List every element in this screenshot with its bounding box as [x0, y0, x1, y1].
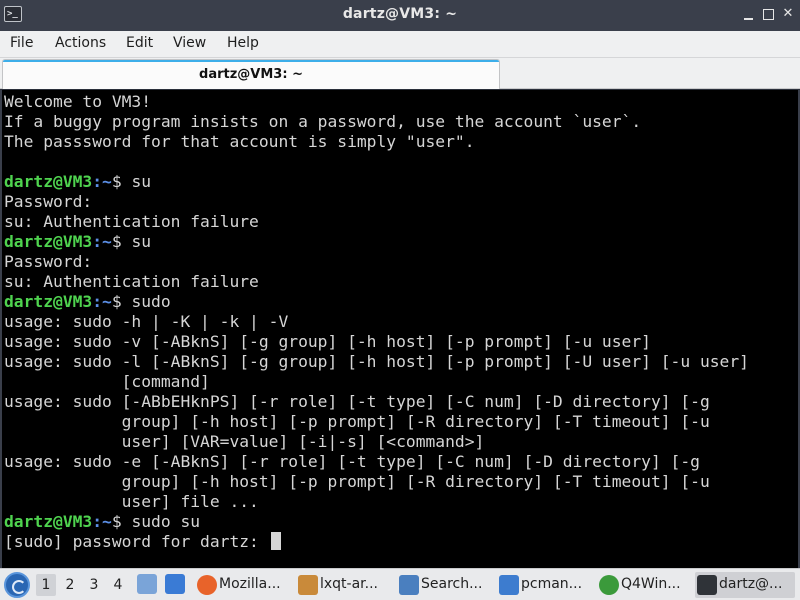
prompt-command: $ sudo su — [111, 512, 201, 531]
tab-active-indicator — [3, 60, 499, 62]
output-text: group] [-h host] [-p prompt] [-R directo… — [4, 412, 710, 431]
output-text: The passsword for that account is simply… — [4, 132, 475, 151]
prompt-user: dartz@VM3 — [4, 232, 93, 251]
folder-icon — [499, 575, 519, 595]
output-text: Password: — [4, 192, 93, 211]
output-text: usage: sudo -e [-ABknS] [-r role] [-t ty… — [4, 452, 700, 471]
terminal-prompt-line: dartz@VM3:~$ su — [4, 172, 780, 192]
terminal-prompt-line: dartz@VM3:~$ su — [4, 232, 780, 252]
prompt-user: dartz@VM3 — [4, 172, 93, 191]
taskbar-task-label: Search... — [421, 576, 483, 592]
taskbar-task-label: Q4Win... — [621, 576, 681, 592]
scrollbar[interactable] — [788, 90, 796, 568]
output-text: group] [-h host] [-p prompt] [-R directo… — [4, 472, 710, 491]
terminal-line: user] [VAR=value] [-i|-s] [<command>] — [4, 432, 780, 452]
terminal-line: usage: sudo -e [-ABknS] [-r role] [-t ty… — [4, 452, 780, 472]
terminal-line: usage: sudo [-ABbEHknPS] [-r role] [-t t… — [4, 392, 780, 412]
tab-label: dartz@VM3: ~ — [199, 67, 303, 82]
menu-help[interactable]: Help — [227, 35, 259, 51]
terminal-line: group] [-h host] [-p prompt] [-R directo… — [4, 412, 780, 432]
prompt-path: :~ — [92, 232, 112, 251]
taskbar-task[interactable]: Q4Win... — [597, 572, 692, 598]
archiver-icon — [298, 575, 318, 595]
lxqt-start-icon[interactable] — [4, 572, 30, 598]
terminal-line: Welcome to VM3! — [4, 92, 780, 112]
workspace-4[interactable]: 4 — [108, 574, 128, 596]
file-manager-icon[interactable] — [137, 574, 157, 594]
prompt-path: :~ — [92, 172, 112, 191]
terminal-line: group] [-h host] [-p prompt] [-R directo… — [4, 472, 780, 492]
terminal-line: user] file ... — [4, 492, 780, 512]
terminal-line: su: Authentication failure — [4, 272, 780, 292]
minimize-icon[interactable] — [740, 6, 756, 22]
prompt-path: :~ — [92, 512, 112, 531]
menu-edit[interactable]: Edit — [126, 35, 153, 51]
terminal-line: usage: sudo -l [-ABknS] [-g group] [-h h… — [4, 352, 780, 372]
taskbar-task-label: dartz@... — [719, 576, 783, 592]
terminal-line: usage: sudo -h | -K | -k | -V — [4, 312, 780, 332]
tab-bar: dartz@VM3: ~ — [0, 58, 800, 89]
output-text: If a buggy program insists on a password… — [4, 112, 642, 131]
output-text: Welcome to VM3! — [4, 92, 152, 111]
workspace-1[interactable]: 1 — [36, 574, 56, 596]
menu-bar: File Actions Edit View Help — [0, 31, 800, 58]
firefox-icon — [197, 575, 217, 595]
search-icon — [399, 575, 419, 595]
terminal-line: The passsword for that account is simply… — [4, 132, 780, 152]
taskbar-task-label: Mozilla... — [219, 576, 281, 592]
terminal-line: Password: — [4, 252, 780, 272]
tab-terminal[interactable]: dartz@VM3: ~ — [2, 59, 500, 89]
terminal-output[interactable]: Welcome to VM3! If a buggy program insist… — [4, 92, 780, 552]
terminal-line: usage: sudo -v [-ABknS] [-g group] [-h h… — [4, 332, 780, 352]
menu-view[interactable]: View — [173, 35, 206, 51]
maximize-icon[interactable] — [760, 6, 776, 22]
terminal-line: Password: — [4, 192, 780, 212]
output-text: usage: sudo -v [-ABknS] [-g group] [-h h… — [4, 332, 651, 351]
terminal-line: su: Authentication failure — [4, 212, 780, 232]
output-text: usage: sudo -l [-ABknS] [-g group] [-h h… — [4, 352, 749, 371]
taskbar-task[interactable]: Search... — [397, 572, 494, 598]
output-text: user] [VAR=value] [-i|-s] [<command>] — [4, 432, 485, 451]
output-text: su: Authentication failure — [4, 212, 259, 231]
output-text: user] file ... — [4, 492, 259, 511]
terminal-icon — [697, 575, 717, 595]
output-text: usage: sudo [-ABbEHknPS] [-r role] [-t t… — [4, 392, 710, 411]
terminal-line: [sudo] password for dartz: — [4, 532, 780, 552]
workspace-2[interactable]: 2 — [60, 574, 80, 596]
prompt-command: $ sudo — [111, 292, 171, 311]
output-text: usage: sudo -h | -K | -k | -V — [4, 312, 289, 331]
wine-icon — [599, 575, 619, 595]
taskbar-task-label: lxqt-ar... — [320, 576, 379, 592]
text-cursor — [270, 532, 281, 550]
terminal-line: If a buggy program insists on a password… — [4, 112, 780, 132]
taskbar-task[interactable]: pcman... — [497, 572, 594, 598]
taskbar: 1 2 3 4 Mozilla... lxqt-ar... Search... pcm… — [0, 568, 800, 600]
taskbar-task[interactable]: dartz@... — [695, 572, 795, 598]
output-text: Password: — [4, 252, 93, 271]
prompt-command: $ su — [111, 232, 152, 251]
taskbar-task[interactable]: lxqt-ar... — [296, 572, 394, 598]
prompt-user: dartz@VM3 — [4, 512, 93, 531]
prompt-command: $ su — [111, 172, 152, 191]
terminal-prompt-line: dartz@VM3:~$ sudo — [4, 292, 780, 312]
window-title: dartz@VM3: ~ — [342, 6, 458, 22]
close-icon[interactable]: ✕ — [780, 6, 796, 22]
taskbar-task-label: pcman... — [521, 576, 583, 592]
output-text: [sudo] password for dartz: — [4, 532, 269, 551]
prompt-user: dartz@VM3 — [4, 292, 93, 311]
menu-actions[interactable]: Actions — [55, 35, 106, 51]
output-text: su: Authentication failure — [4, 272, 259, 291]
terminal-line: [command] — [4, 372, 780, 392]
terminal-view[interactable]: Welcome to VM3! If a buggy program insist… — [0, 90, 800, 568]
terminal-prompt-line: dartz@VM3:~$ sudo su — [4, 512, 780, 532]
window-titlebar[interactable]: >_ dartz@VM3: ~ ✕ — [0, 0, 800, 31]
menu-file[interactable]: File — [10, 35, 33, 51]
taskbar-task[interactable]: Mozilla... — [195, 572, 293, 598]
output-text: [command] — [4, 372, 210, 391]
prompt-path: :~ — [92, 292, 112, 311]
desktop-icon[interactable] — [165, 574, 185, 594]
workspace-3[interactable]: 3 — [84, 574, 104, 596]
